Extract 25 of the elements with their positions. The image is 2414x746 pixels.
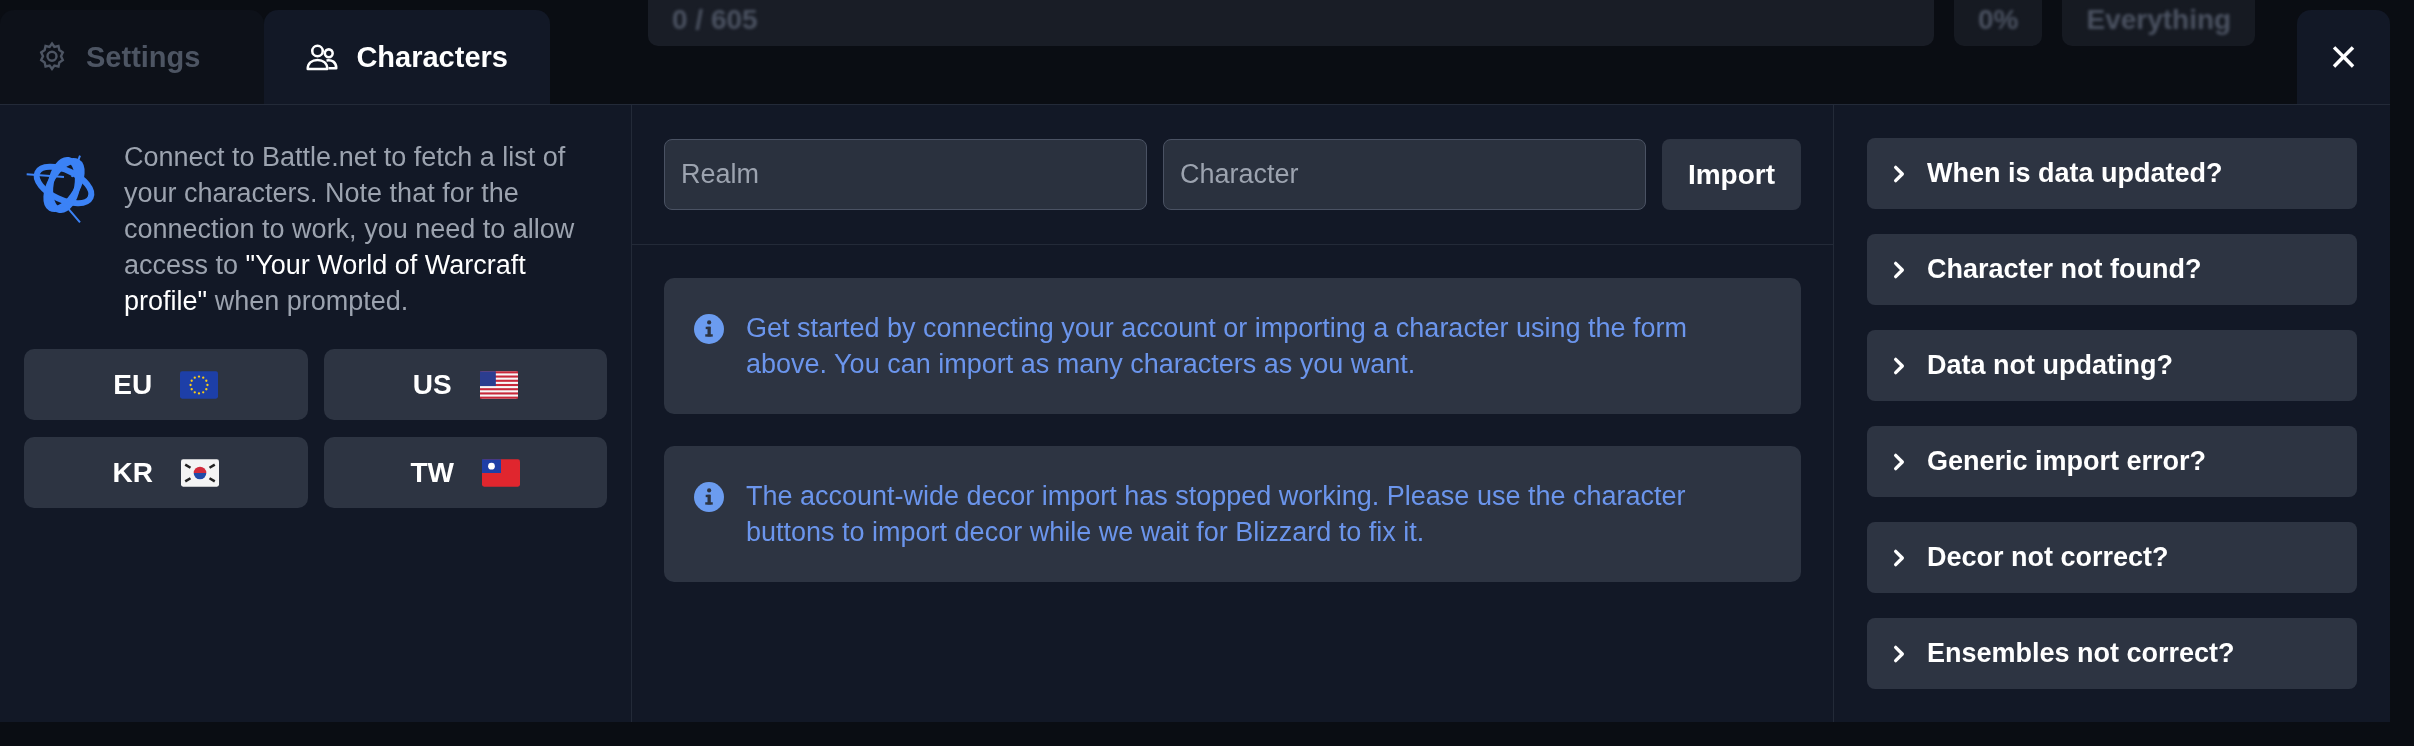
filter-chip: Everything — [2062, 0, 2256, 46]
flag-icon — [180, 458, 219, 487]
info-message: The account-wide decor import has stopped working. Please use the character buttons to import decor while we wait for Blizzard to fix it. — [746, 480, 1687, 549]
character-field[interactable]: Character — [1163, 139, 1646, 210]
close-button[interactable]: × — [2297, 10, 2390, 104]
region-button[interactable]: TW — [323, 437, 607, 508]
connect-description: Connect to Battle.net to fetch a list of your characters. Note that for the connection to work, you need to allow access to "Your World of Warcraft profile" when prompted. — [124, 141, 576, 318]
region-button[interactable]: KR — [24, 437, 308, 508]
faq-accordion-item[interactable]: When is data updated? — [1867, 138, 2357, 209]
import-button[interactable]: Import — [1662, 139, 1801, 210]
info-message: Get started by connecting your account or importing a character using the form above. You can import as many characters as you want. — [746, 312, 1688, 381]
region-button[interactable]: EU — [24, 349, 308, 420]
realm-field[interactable]: Realm — [664, 139, 1147, 210]
info-icon — [694, 482, 724, 512]
tab[interactable]: Characters — [264, 10, 550, 104]
flag-icon — [180, 370, 219, 399]
faq-accordion-item[interactable]: Data not updating? — [1867, 330, 2357, 401]
region-button[interactable]: US — [323, 349, 607, 420]
faq-accordion-item[interactable]: Ensembles not correct? — [1867, 618, 2357, 689]
faq-accordion-item[interactable]: Generic import error? — [1867, 426, 2357, 497]
faq-accordion-item[interactable]: Character not found? — [1867, 234, 2357, 305]
flag-icon — [482, 458, 520, 487]
faq-accordion-item[interactable]: Decor not correct? — [1867, 522, 2357, 593]
flag-icon — [479, 370, 518, 399]
info-icon — [694, 314, 724, 344]
